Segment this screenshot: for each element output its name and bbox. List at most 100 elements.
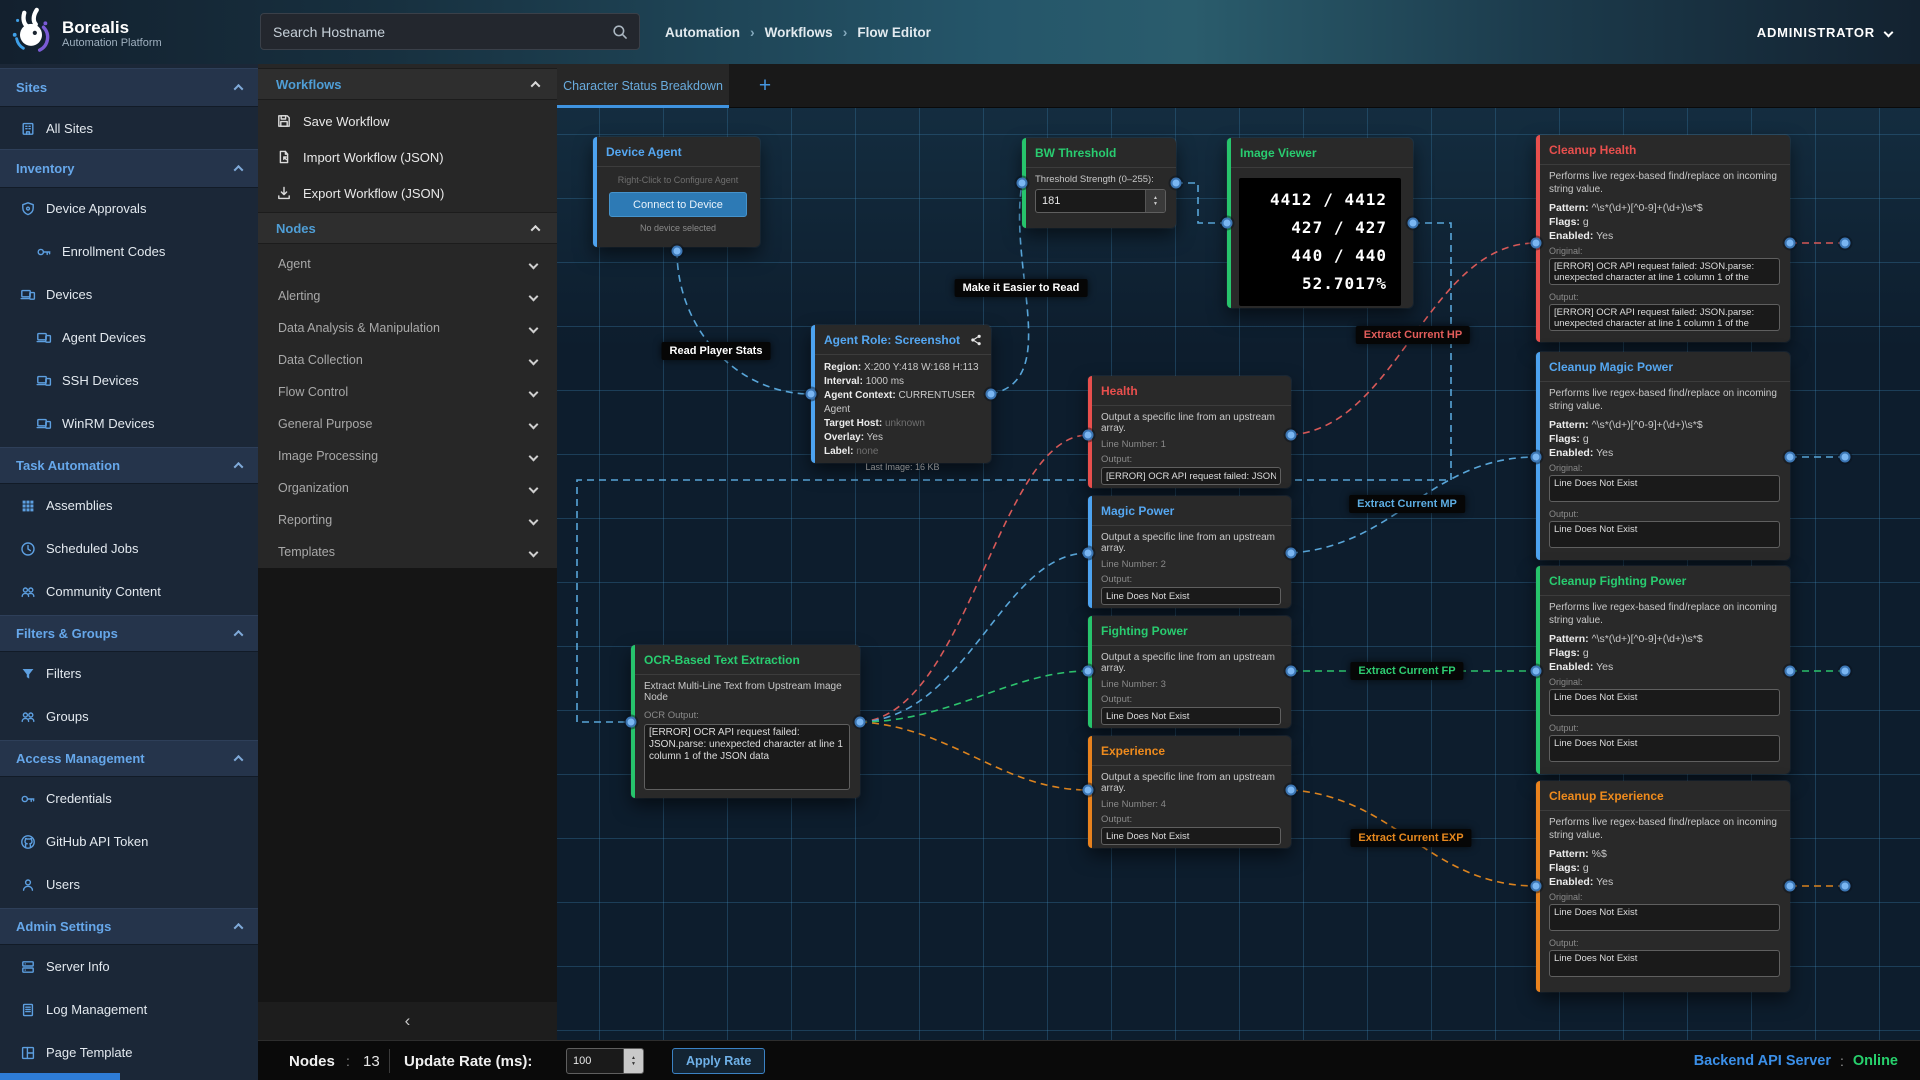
update-rate-input[interactable]: ▲▼ — [566, 1048, 644, 1074]
sidebar-item-filters[interactable]: Filters — [0, 652, 258, 695]
node-agent-role-screenshot[interactable]: Agent Role: Screenshot Region: X:200 Y:4… — [811, 325, 991, 463]
share-icon[interactable] — [969, 333, 983, 347]
threshold-value-input[interactable] — [1036, 190, 1145, 212]
port-ocr-out[interactable] — [855, 717, 866, 728]
sidebar-item-agent-devices[interactable]: Agent Devices — [0, 316, 258, 359]
flow-canvas[interactable]: Device Agent Right-Click to Configure Ag… — [557, 108, 1920, 1040]
port-magic-out[interactable] — [1286, 548, 1297, 559]
port-viewer-out[interactable] — [1408, 218, 1419, 229]
original-textarea[interactable]: Line Does Not Exist — [1549, 904, 1780, 931]
port-bw-out[interactable] — [1171, 178, 1182, 189]
search-input[interactable] — [261, 24, 611, 40]
original-textarea[interactable]: Line Does Not Exist — [1549, 475, 1780, 502]
output-textarea[interactable]: Line Does Not Exist — [1549, 950, 1780, 977]
save-workflow-button[interactable]: Save Workflow — [258, 103, 557, 139]
port-viewer-in[interactable] — [1222, 218, 1233, 229]
nodes-header[interactable]: Nodes — [258, 212, 557, 244]
node-cleanup-fighting-power[interactable]: Cleanup Fighting Power Performs live reg… — [1536, 566, 1790, 774]
sidebar-section-task-automation[interactable]: Task Automation — [0, 447, 258, 484]
new-tab-button[interactable]: + — [745, 64, 785, 108]
port-downstream-4[interactable] — [1840, 881, 1851, 892]
original-textarea[interactable]: [ERROR] OCR API request failed: JSON.par… — [1549, 258, 1780, 285]
port-downstream-1[interactable] — [1840, 238, 1851, 249]
port-health-out[interactable] — [1286, 430, 1297, 441]
search-icon[interactable] — [611, 23, 629, 41]
port-fighting-out[interactable] — [1286, 666, 1297, 677]
sidebar-item-github-api-token[interactable]: GitHub API Token — [0, 820, 258, 863]
port-cleanup-health-out[interactable] — [1785, 238, 1796, 249]
node-bw-threshold[interactable]: BW Threshold Threshold Strength (0–255):… — [1022, 138, 1176, 228]
output-value[interactable] — [1101, 587, 1281, 605]
sidebar-item-devices[interactable]: Devices — [0, 273, 258, 316]
node-category-general-purpose[interactable]: General Purpose — [258, 408, 557, 440]
sidebar-item-log-management[interactable]: Log Management — [0, 988, 258, 1031]
hostname-search[interactable] — [260, 13, 640, 50]
breadcrumb-workflows[interactable]: Workflows — [765, 25, 833, 40]
port-magic-in[interactable] — [1083, 548, 1094, 559]
panel-collapse-button[interactable]: ‹ — [258, 1002, 557, 1040]
port-downstream-3[interactable] — [1840, 666, 1851, 677]
node-category-image-processing[interactable]: Image Processing — [258, 440, 557, 472]
port-cleanup-fighting-out[interactable] — [1785, 666, 1796, 677]
node-category-data-collection[interactable]: Data Collection — [258, 344, 557, 376]
sidebar-item-users[interactable]: Users — [0, 863, 258, 906]
workflows-header[interactable]: Workflows — [258, 68, 557, 100]
node-cleanup-health[interactable]: Cleanup Health Performs live regex-based… — [1536, 135, 1790, 342]
sidebar-scrollbar[interactable] — [0, 1073, 120, 1080]
sidebar-section-filters-groups[interactable]: Filters & Groups — [0, 615, 258, 652]
node-cleanup-magic-power[interactable]: Cleanup Magic Power Performs live regex-… — [1536, 352, 1790, 560]
node-magic-power[interactable]: Magic Power Output a specific line from … — [1088, 496, 1291, 608]
sidebar-item-groups[interactable]: Groups — [0, 695, 258, 738]
node-cleanup-experience[interactable]: Cleanup Experience Performs live regex-b… — [1536, 781, 1790, 992]
sidebar-section-sites[interactable]: Sites — [0, 68, 258, 107]
sidebar-item-community-content[interactable]: Community Content — [0, 570, 258, 613]
original-textarea[interactable]: Line Does Not Exist — [1549, 689, 1780, 716]
sidebar-item-credentials[interactable]: Credentials — [0, 777, 258, 820]
node-ocr-text-extraction[interactable]: OCR-Based Text Extraction Extract Multi-… — [631, 645, 860, 798]
port-experience-in[interactable] — [1083, 785, 1094, 796]
node-category-data-analysis[interactable]: Data Analysis & Manipulation — [258, 312, 557, 344]
sidebar-section-access-management[interactable]: Access Management — [0, 740, 258, 777]
node-category-agent[interactable]: Agent — [258, 248, 557, 280]
port-cleanup-fighting-in[interactable] — [1531, 666, 1542, 677]
sidebar-item-device-approvals[interactable]: Device Approvals — [0, 187, 258, 230]
node-fighting-power[interactable]: Fighting Power Output a specific line fr… — [1088, 616, 1291, 728]
apply-rate-button[interactable]: Apply Rate — [672, 1048, 765, 1074]
user-menu[interactable]: ADMINISTRATOR — [1757, 0, 1892, 64]
port-downstream-2[interactable] — [1840, 452, 1851, 463]
node-experience[interactable]: Experience Output a specific line from a… — [1088, 736, 1291, 848]
port-cleanup-magic-in[interactable] — [1531, 452, 1542, 463]
port-screenshot-out[interactable] — [986, 389, 997, 400]
sidebar-section-inventory[interactable]: Inventory — [0, 149, 258, 188]
port-cleanup-health-in[interactable] — [1531, 238, 1542, 249]
node-image-viewer[interactable]: Image Viewer 4412 / 4412 427 / 427 440 /… — [1227, 138, 1413, 308]
spinner-icon[interactable]: ▲▼ — [1145, 190, 1165, 212]
app-logo[interactable]: Borealis Automation Platform — [8, 6, 162, 61]
port-bw-in[interactable] — [1017, 178, 1028, 189]
port-cleanup-magic-out[interactable] — [1785, 452, 1796, 463]
sidebar-item-scheduled-jobs[interactable]: Scheduled Jobs — [0, 527, 258, 570]
output-textarea[interactable]: Line Does Not Exist — [1549, 735, 1780, 762]
node-category-flow-control[interactable]: Flow Control — [258, 376, 557, 408]
import-workflow-button[interactable]: Import Workflow (JSON) — [258, 139, 557, 175]
port-cleanup-experience-out[interactable] — [1785, 881, 1796, 892]
sidebar-section-admin-settings[interactable]: Admin Settings — [0, 908, 258, 945]
sidebar-item-winrm-devices[interactable]: WinRM Devices — [0, 402, 258, 445]
output-textarea[interactable]: Line Does Not Exist — [1549, 521, 1780, 548]
output-textarea[interactable]: [ERROR] OCR API request failed: JSON.par… — [1549, 304, 1780, 331]
port-device-agent-out[interactable] — [672, 246, 683, 257]
sidebar-item-ssh-devices[interactable]: SSH Devices — [0, 359, 258, 402]
port-ocr-in[interactable] — [626, 717, 637, 728]
port-experience-out[interactable] — [1286, 785, 1297, 796]
node-category-templates[interactable]: Templates — [258, 536, 557, 568]
node-category-reporting[interactable]: Reporting — [258, 504, 557, 536]
port-cleanup-experience-in[interactable] — [1531, 881, 1542, 892]
breadcrumb-flow-editor[interactable]: Flow Editor — [857, 25, 931, 40]
sidebar-item-all-sites[interactable]: All Sites — [0, 107, 258, 150]
port-health-in[interactable] — [1083, 430, 1094, 441]
update-rate-value-input[interactable] — [567, 1049, 623, 1073]
port-fighting-in[interactable] — [1083, 666, 1094, 677]
output-value[interactable] — [1101, 467, 1281, 485]
export-workflow-button[interactable]: Export Workflow (JSON) — [258, 175, 557, 211]
connect-to-device-button[interactable]: Connect to Device — [609, 192, 747, 217]
